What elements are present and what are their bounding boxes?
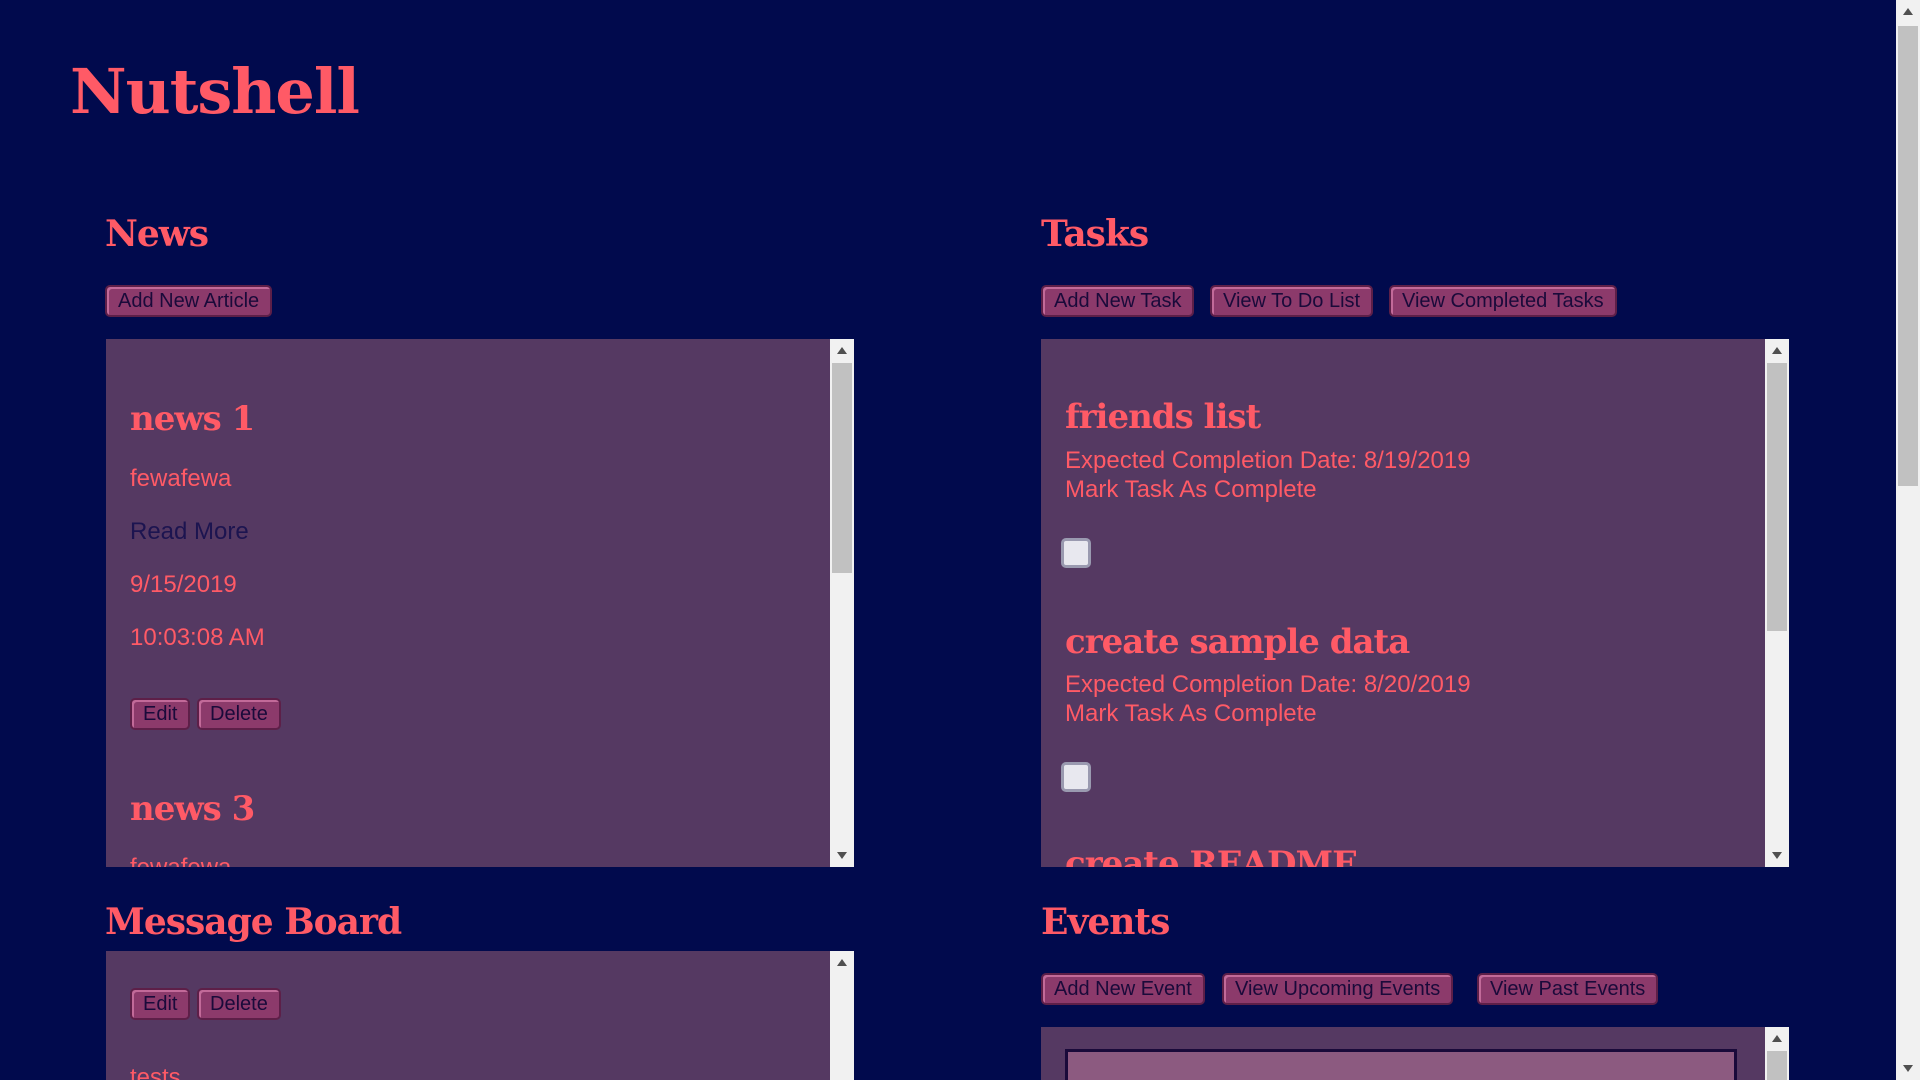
scroll-down-arrow-icon[interactable] (1903, 1065, 1913, 1072)
task-due-date: Expected Completion Date: 8/20/2019 (1065, 671, 1471, 698)
tasks-list-panel[interactable]: friends list Expected Completion Date: 8… (1041, 339, 1789, 867)
article-title: news 1 (130, 399, 255, 439)
scroll-up-arrow-icon[interactable] (1772, 1035, 1782, 1042)
article-edit-button[interactable]: Edit (130, 698, 191, 730)
scroll-down-arrow-icon[interactable] (837, 852, 847, 859)
article-time: 10:03:08 AM (130, 624, 265, 651)
scroll-up-arrow-icon[interactable] (837, 959, 847, 966)
app-root: Nutshell News Add New Article news 1 few… (0, 0, 1896, 1080)
task-due-date: Expected Completion Date: 8/19/2019 (1065, 447, 1471, 474)
add-task-button[interactable]: Add New Task (1041, 285, 1195, 317)
scroll-thumb[interactable] (1767, 363, 1787, 631)
tasks-scrollbar[interactable] (1765, 339, 1789, 867)
scroll-down-arrow-icon[interactable] (1772, 852, 1782, 859)
article-delete-button[interactable]: Delete (197, 698, 281, 730)
message-board-scrollbar[interactable] (830, 951, 854, 1080)
task-title: friends list (1065, 397, 1261, 437)
news-section-title: News (105, 213, 209, 255)
view-upcoming-events-button[interactable]: View Upcoming Events (1222, 973, 1454, 1005)
scroll-up-arrow-icon[interactable] (1772, 347, 1782, 354)
message-text: tests (130, 1064, 181, 1080)
article-synopsis: fewafewa (130, 465, 232, 492)
task-title: create sample data (1065, 622, 1410, 662)
message-delete-button[interactable]: Delete (197, 988, 281, 1020)
message-board-panel[interactable]: Edit Delete tests (106, 951, 854, 1080)
tasks-section-title: Tasks (1041, 213, 1149, 255)
scroll-up-arrow-icon[interactable] (837, 347, 847, 354)
task-title: create README (1065, 844, 1358, 867)
app-title: Nutshell (70, 55, 360, 128)
scroll-thumb[interactable] (1767, 1051, 1787, 1080)
events-scrollbar[interactable] (1765, 1027, 1789, 1080)
message-edit-button[interactable]: Edit (130, 988, 191, 1020)
view-past-events-button[interactable]: View Past Events (1477, 973, 1659, 1005)
event-card (1065, 1049, 1737, 1080)
article-synopsis: fewafewa (130, 853, 231, 867)
scroll-thumb[interactable] (832, 363, 852, 573)
events-list-panel[interactable] (1041, 1027, 1789, 1080)
add-event-button[interactable]: Add New Event (1041, 973, 1205, 1005)
task-mark-complete-label: Mark Task As Complete (1065, 476, 1317, 503)
news-scrollbar[interactable] (830, 339, 854, 867)
page-scroll-thumb[interactable] (1898, 26, 1918, 486)
article-date: 9/15/2019 (130, 571, 237, 598)
events-section-title: Events (1041, 901, 1170, 943)
article-read-more-link[interactable]: Read More (130, 517, 249, 547)
message-board-title: Message Board (105, 901, 402, 943)
task-complete-checkbox[interactable] (1061, 538, 1091, 568)
view-todo-list-button[interactable]: View To Do List (1210, 285, 1374, 317)
task-mark-complete-label: Mark Task As Complete (1065, 700, 1317, 727)
article-title: news 3 (130, 789, 255, 829)
scroll-up-arrow-icon[interactable] (1903, 8, 1913, 15)
news-list-panel[interactable]: news 1 fewafewa Read More 9/15/2019 10:0… (106, 339, 854, 867)
page-scrollbar[interactable] (1896, 0, 1920, 1080)
view-completed-tasks-button[interactable]: View Completed Tasks (1389, 285, 1617, 317)
add-article-button[interactable]: Add New Article (105, 285, 273, 317)
task-complete-checkbox[interactable] (1061, 762, 1091, 792)
